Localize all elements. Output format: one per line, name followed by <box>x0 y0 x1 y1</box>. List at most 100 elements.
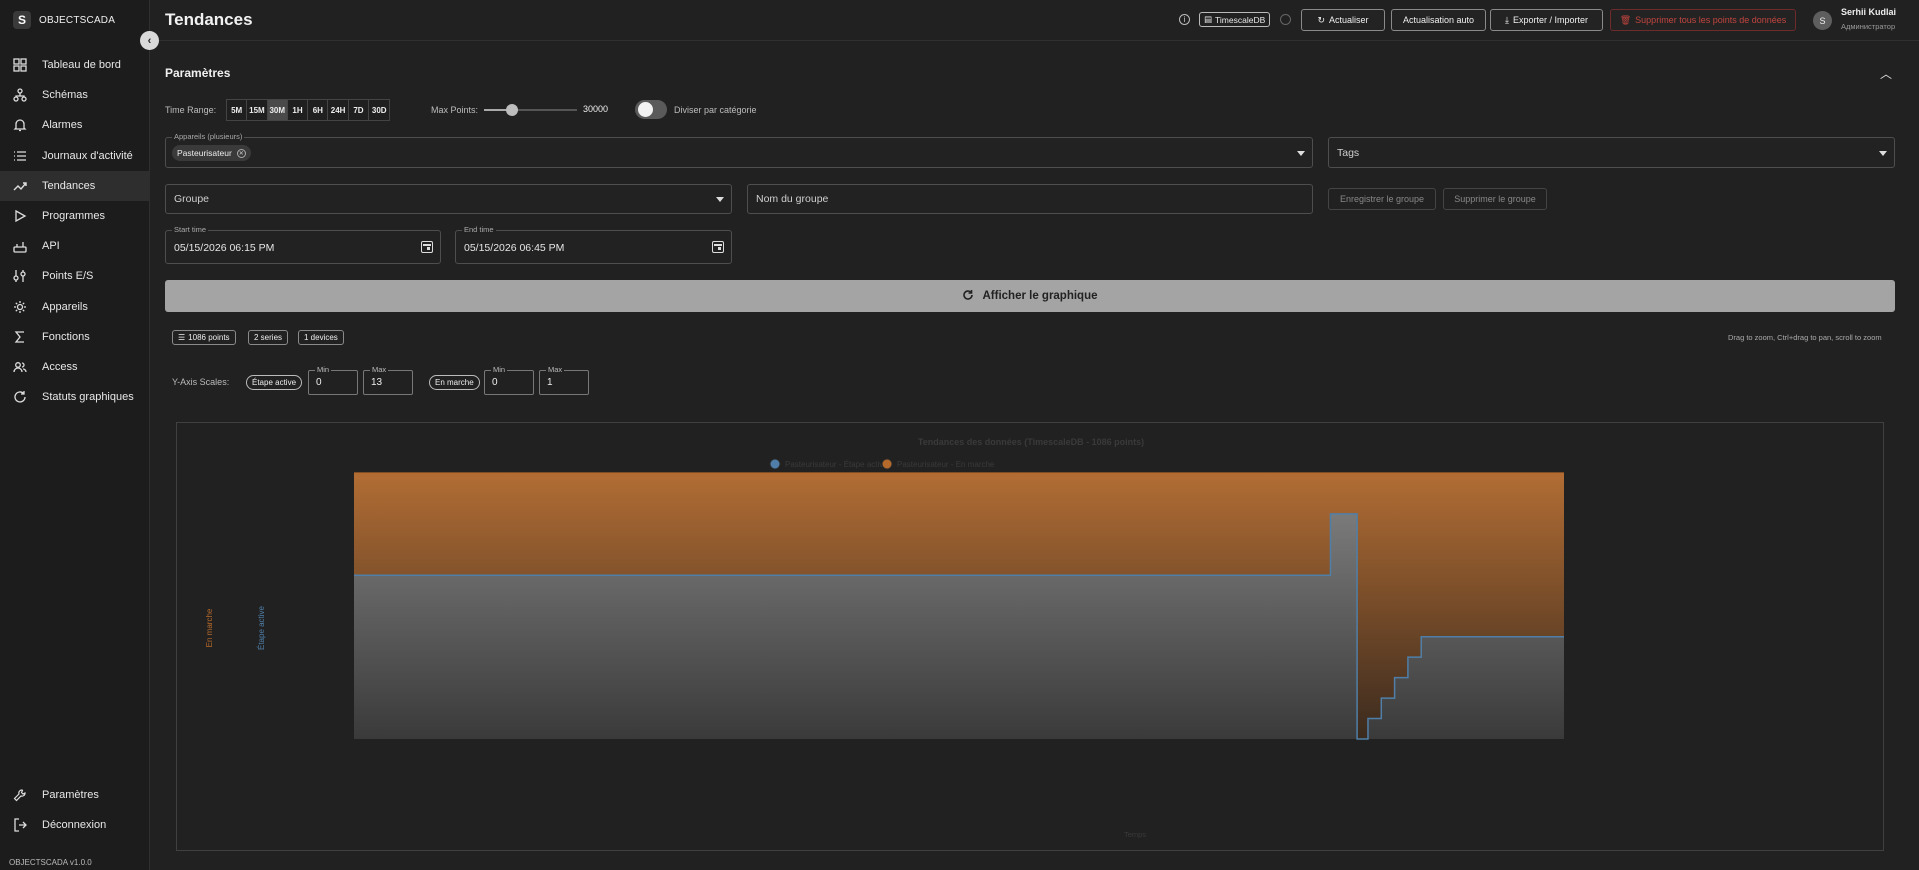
chevron-down-icon[interactable] <box>1297 151 1305 156</box>
time-range-1h[interactable]: 1H <box>287 100 309 120</box>
sidebar-item-api[interactable]: API <box>0 231 150 261</box>
running-max-value: 1 <box>547 377 553 388</box>
group-name-input[interactable] <box>747 184 1313 214</box>
sidebar: S OBJECTSCADA Tableau de bord Schémas Alar… <box>0 0 150 870</box>
time-range-30d[interactable]: 30D <box>369 100 390 120</box>
chevron-down-icon[interactable] <box>716 197 724 202</box>
y-axis-scales-label: Y-Axis Scales: <box>172 377 230 387</box>
sidebar-item-alarmes[interactable]: Alarmes <box>0 110 150 140</box>
sidebar-item-parametres[interactable]: Paramètres <box>0 780 150 810</box>
end-time-label: End time <box>462 225 496 234</box>
series-count-badge: 2 series <box>248 330 289 345</box>
sidebar-item-label: Tableau de bord <box>42 59 121 72</box>
device-chip-label: Pasteurisateur <box>177 148 232 158</box>
legend-marker <box>769 458 781 470</box>
chevron-up-icon[interactable]: ︿ <box>1880 65 1892 82</box>
time-range-15m[interactable]: 15M <box>247 100 268 120</box>
sidebar-item-journaux-d-activite[interactable]: Journaux d'activité <box>0 141 150 171</box>
brand[interactable]: S OBJECTSCADA <box>13 11 115 29</box>
time-range-selector: 5M 15M 30M 1H 6H 24H 7D 30D <box>226 99 391 121</box>
save-group-button[interactable]: Enregistrer le groupe <box>1328 188 1436 210</box>
trend-chart[interactable]: Tendances des données (TimescaleDB - 108… <box>176 422 1884 851</box>
running-min-input[interactable]: Min 0 <box>484 365 534 395</box>
sidebar-item-tendances[interactable]: Tendances <box>0 170 150 201</box>
device-chip[interactable]: Pasteurisateur ✕ <box>172 145 251 161</box>
time-range-24h[interactable]: 24H <box>328 100 349 120</box>
delete-all-points-button-label: Supprimer tous les points de données <box>1635 15 1787 25</box>
sidebar-item-label: Tendances <box>42 179 96 192</box>
group-select[interactable] <box>165 184 732 214</box>
sidebar-item-programmes[interactable]: Programmes <box>0 201 150 231</box>
export-import-button[interactable]: ⤓ Exporter / Importer <box>1490 9 1603 31</box>
sidebar-item-deconnexion[interactable]: Déconnexion <box>0 810 150 840</box>
sidebar-nav: Tableau de bord Schémas Alarmes Journaux d'… <box>0 50 150 412</box>
active-step-min-input[interactable]: Min 0 <box>308 365 358 395</box>
max-points-value: 30000 <box>583 104 609 114</box>
user-name: Serhii Kudlai <box>1841 7 1897 17</box>
devices-select-label: Appareils (plusieurs) <box>172 132 245 141</box>
active-step-max-input[interactable]: Max 13 <box>363 365 413 395</box>
top-header: Tendances i ▤ TimescaleDB ↻ Actualiser A… <box>150 0 1919 41</box>
zoom-hint: Drag to zoom, Ctrl+drag to pan, scroll t… <box>1728 333 1882 342</box>
refresh-button-label: Actualiser <box>1329 15 1369 25</box>
devices-select[interactable] <box>165 137 1313 168</box>
sidebar-item-points-e-s[interactable]: Points E/S <box>0 261 150 291</box>
sidebar-item-appareils[interactable]: Appareils <box>0 292 150 322</box>
auto-refresh-button[interactable]: Actualisation auto <box>1391 9 1486 31</box>
router-icon <box>13 239 27 253</box>
io-points-icon <box>13 269 27 283</box>
group-name-placeholder: Nom du groupe <box>756 193 829 205</box>
active-step-min-value: 0 <box>316 377 322 388</box>
sigma-icon <box>13 330 27 344</box>
play-icon <box>13 209 27 223</box>
running-min-value: 0 <box>492 377 498 388</box>
sidebar-item-label: Statuts graphiques <box>42 391 134 404</box>
sidebar-item-label: Access <box>42 360 78 373</box>
time-range-7d[interactable]: 7D <box>348 100 370 120</box>
max-points-slider-thumb[interactable] <box>505 104 518 116</box>
calendar-icon[interactable] <box>421 241 433 253</box>
chevron-down-icon[interactable] <box>1879 151 1887 156</box>
close-icon[interactable]: ✕ <box>236 148 246 158</box>
delete-group-button[interactable]: Supprimer le groupe <box>1443 188 1547 210</box>
export-import-button-label: Exporter / Importer <box>1512 15 1588 25</box>
status-dot-icon <box>1280 14 1291 25</box>
users-icon <box>13 360 27 374</box>
list-icon: ☰ <box>178 333 186 342</box>
logout-icon <box>13 818 27 832</box>
devices-count-badge: 1 devices <box>298 330 344 345</box>
sidebar-item-fonctions[interactable]: Fonctions <box>0 322 150 352</box>
bell-icon <box>13 118 27 132</box>
info-icon[interactable]: i <box>1179 14 1190 25</box>
scale-chip-active-step: Étape active <box>246 375 303 390</box>
trend-chart-svg[interactable]: Tendances des données (TimescaleDB - 108… <box>177 423 1885 852</box>
user-role: Администратор <box>1841 22 1896 31</box>
refresh-button[interactable]: ↻ Actualiser <box>1301 9 1385 31</box>
list-icon <box>13 149 27 163</box>
scale-chip-running: En marche <box>429 375 480 390</box>
time-range-30m[interactable]: 30M <box>267 100 288 120</box>
time-range-5m[interactable]: 5M <box>227 100 248 120</box>
show-chart-button[interactable]: Afficher le graphique <box>165 280 1895 312</box>
gear-icon <box>13 300 27 314</box>
delete-all-points-button[interactable]: 🗑 Supprimer tous les points de données <box>1610 9 1796 31</box>
sidebar-item-tableau-de-bord[interactable]: Tableau de bord <box>0 50 150 80</box>
db-badge-label: TimescaleDB <box>1215 14 1266 25</box>
sidebar-item-schemas[interactable]: Schémas <box>0 80 150 110</box>
sidebar-item-access[interactable]: Access <box>0 352 150 382</box>
tags-select[interactable] <box>1328 137 1895 168</box>
trash-icon: 🗑 <box>1619 14 1632 25</box>
db-badge: ▤ TimescaleDB <box>1199 12 1271 27</box>
sidebar-item-statuts-graphiques[interactable]: Statuts graphiques <box>0 382 150 412</box>
collapse-sidebar-button[interactable]: ‹ <box>140 31 159 50</box>
refresh-icon <box>13 390 27 404</box>
active-step-max-value: 13 <box>371 377 383 388</box>
min-label: Min <box>315 365 332 374</box>
running-max-input[interactable]: Max 1 <box>539 365 589 395</box>
avatar[interactable]: S <box>1813 11 1832 30</box>
trending-icon <box>13 179 27 193</box>
brand-name: OBJECTSCADA <box>39 14 116 26</box>
auto-refresh-button-label: Actualisation auto <box>1402 15 1475 25</box>
calendar-icon[interactable] <box>712 241 724 253</box>
time-range-6h[interactable]: 6H <box>308 100 329 120</box>
